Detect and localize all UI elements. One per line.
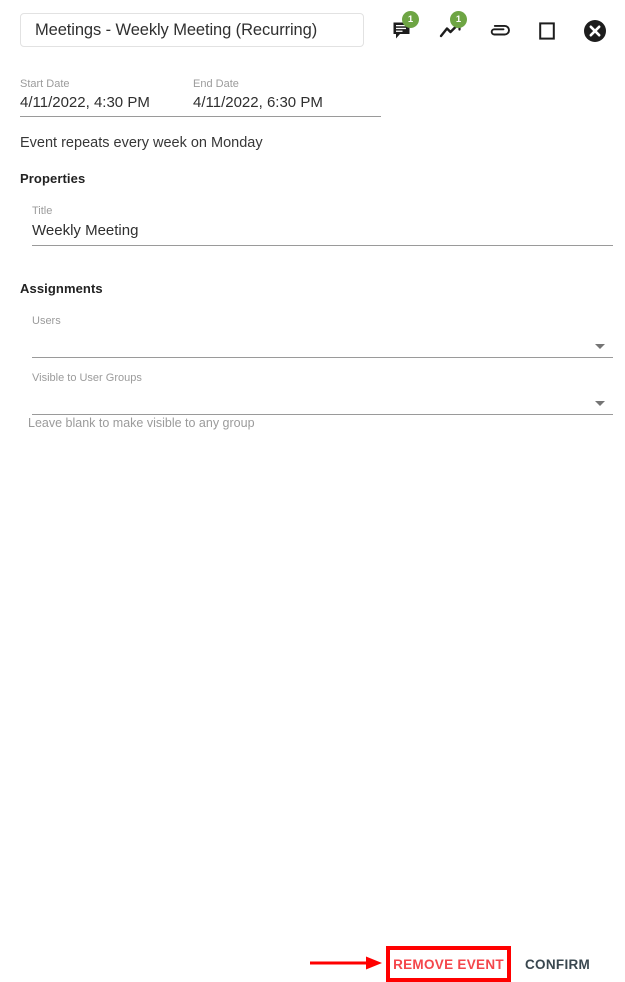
user-groups-helper-text: Leave blank to make visible to any group	[28, 416, 255, 430]
remove-event-button[interactable]: REMOVE EVENT	[386, 946, 511, 982]
users-select-label: Users	[32, 315, 61, 327]
start-date-field[interactable]: Start Date 4/11/2022, 4:30 PM	[20, 76, 193, 113]
annotation-arrow	[310, 956, 382, 970]
confirm-button[interactable]: CONFIRM	[525, 952, 590, 976]
start-date-label: Start Date	[20, 78, 70, 90]
date-range-row: Start Date 4/11/2022, 4:30 PM End Date 4…	[20, 76, 381, 117]
user-groups-select-group: Visible to User Groups	[32, 370, 613, 415]
title-input[interactable]: Weekly Meeting	[32, 219, 613, 246]
remove-event-label: REMOVE EVENT	[393, 956, 504, 972]
chevron-down-icon[interactable]	[595, 401, 605, 406]
title-input-value: Weekly Meeting	[32, 222, 139, 239]
dialog-header: Meetings - Weekly Meeting (Recurring) 1 …	[0, 0, 625, 62]
end-date-label: End Date	[193, 78, 239, 90]
title-input-label: Title	[32, 205, 53, 217]
event-title-text: Meetings - Weekly Meeting (Recurring)	[35, 20, 318, 39]
user-groups-select-label: Visible to User Groups	[32, 372, 142, 384]
chevron-down-icon[interactable]	[595, 344, 605, 349]
trend-chart-icon-button[interactable]: 1	[433, 11, 469, 48]
confirm-label: CONFIRM	[525, 956, 591, 972]
close-circle-icon	[584, 20, 606, 42]
recurrence-description: Event repeats every week on Monday	[20, 135, 263, 151]
users-select-group: Users	[32, 313, 613, 358]
header-icon-bar: 1 1	[385, 11, 613, 49]
attachment-icon-button[interactable]	[481, 14, 517, 48]
trend-chart-badge: 1	[450, 11, 467, 28]
start-date-value: 4/11/2022, 4:30 PM	[20, 94, 150, 111]
maximize-square-icon	[539, 22, 555, 40]
end-date-value: 4/11/2022, 6:30 PM	[193, 94, 323, 111]
end-date-field[interactable]: End Date 4/11/2022, 6:30 PM	[193, 76, 366, 113]
close-icon-button[interactable]	[577, 14, 613, 48]
comments-icon-button[interactable]: 1	[385, 11, 421, 48]
user-groups-select[interactable]	[32, 386, 613, 415]
attachment-paperclip-icon	[490, 24, 510, 36]
assignments-section-heading: Assignments	[20, 281, 103, 296]
comments-badge: 1	[402, 11, 419, 28]
title-input-group: Title Weekly Meeting	[32, 203, 613, 246]
maximize-icon-button[interactable]	[529, 14, 565, 48]
properties-section-heading: Properties	[20, 171, 86, 186]
event-title-field[interactable]: Meetings - Weekly Meeting (Recurring)	[20, 13, 364, 47]
dialog-footer: REMOVE EVENT CONFIRM	[0, 470, 625, 982]
users-select[interactable]	[32, 329, 613, 358]
